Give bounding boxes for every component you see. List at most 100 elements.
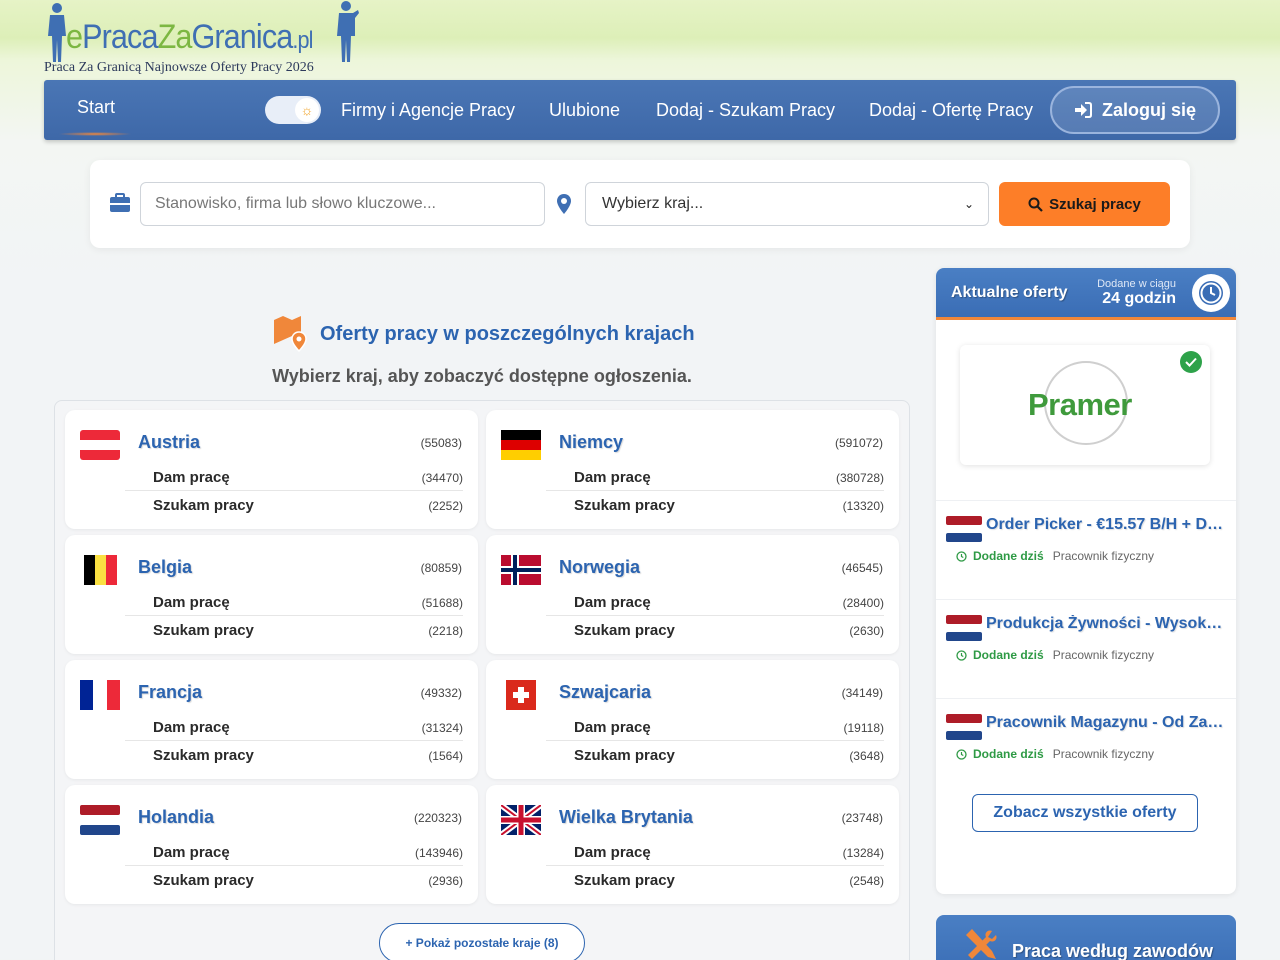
sidebar-header: Aktualne oferty Dodane w ciągu 24 godzin [936,268,1236,320]
country-card-niemcy[interactable]: Niemcy (591072) Dam pracę (380728) Szukam… [486,410,899,529]
country-total: (23748) [841,811,883,825]
location-pin-icon [557,194,571,214]
flag-netherlands-icon [946,714,982,740]
dam-prace-link[interactable]: Dam pracę (19118) [546,713,884,741]
szukam-pracy-link[interactable]: Szukam pracy (13320) [546,491,884,519]
flag-netherlands-icon [80,805,120,835]
dam-prace-link[interactable]: Dam pracę (143946) [125,838,463,866]
nav-active-indicator [58,132,132,136]
country-name[interactable]: Wielka Brytania [559,807,693,828]
offer-meta: Dodane dziś Pracownik fizyczny [956,648,1154,662]
jobs-by-profession-title: Praca według zawodów [1012,941,1214,960]
nav-dodaj-oferte[interactable]: Dodaj - Ofertę Pracy [869,80,1033,140]
dam-prace-link[interactable]: Dam pracę (380728) [546,463,884,491]
country-total: (80859) [420,561,462,575]
offer-item[interactable]: Order Picker - €15.57 B/H + Dodatki Doda… [936,500,1236,582]
nav-start[interactable]: Start [77,77,115,137]
dam-prace-link[interactable]: Dam pracę (31324) [125,713,463,741]
show-more-countries-button[interactable]: + Pokaż pozostałe kraje (8) [379,923,585,960]
szukam-pracy-link[interactable]: Szukam pracy (2630) [546,616,884,644]
country-name[interactable]: Austria [138,432,200,453]
theme-toggle[interactable]: ☼ [265,96,321,124]
search-button[interactable]: Szukaj pracy [999,182,1170,226]
flag-france-icon [80,680,120,710]
company-logo-card[interactable]: Pramer [960,345,1210,465]
jobs-by-profession-header[interactable]: Praca według zawodów [936,915,1236,960]
offer-item[interactable]: Pracownik Magazynu - Od Zaraz Dodane dzi… [936,698,1236,780]
flag-norway-icon [501,555,541,585]
login-button[interactable]: Zaloguj się [1050,86,1220,134]
person-right-icon [337,1,359,62]
country-total: (591072) [834,436,883,450]
country-total: (46545) [841,561,883,575]
countries-panel: Austria (55083) Dam pracę (34470) Szukam … [54,400,910,960]
sun-icon: ☼ [295,98,319,122]
dam-prace-link[interactable]: Dam pracę (34470) [125,463,463,491]
login-label: Zaloguj się [1101,99,1197,120]
dam-prace-link[interactable]: Dam pracę (51688) [125,588,463,616]
nav-dodaj-szukam[interactable]: Dodaj - Szukam Pracy [656,80,835,140]
recent-offers-sidebar: Aktualne oferty Dodane w ciągu 24 godzin… [936,268,1236,894]
flag-belgium-icon [84,555,117,585]
flag-netherlands-icon [946,615,982,641]
szukam-pracy-link[interactable]: Szukam pracy (2548) [546,866,884,894]
person-left-icon [48,3,66,62]
logo-text: ePracaZaGranica.pl [66,18,313,56]
country-total: (34149) [841,686,883,700]
country-select-value: Wybierz kraj... [602,195,704,212]
briefcase-icon [110,193,130,212]
country-card-holandia[interactable]: Holandia (220323) Dam pracę (143946) Szuk… [65,785,478,904]
country-name[interactable]: Szwajcaria [559,682,651,703]
country-total: (55083) [420,436,462,450]
added-timeframe: Dodane w ciągu 24 godzin [1097,278,1176,307]
site-tagline: Praca Za Granicą Najnowsze Oferty Pracy … [44,60,314,75]
section-subtitle: Wybierz kraj, aby zobaczyć dostępne ogło… [272,366,692,386]
offer-title[interactable]: Order Picker - €15.57 B/H + Dodatki [986,516,1226,534]
country-name[interactable]: Belgia [138,557,192,578]
clock-small-icon [956,748,967,760]
country-name[interactable]: Norwegia [559,557,640,578]
search-bar: Wybierz kraj... ⌄ Szukaj pracy [90,160,1190,248]
offer-meta: Dodane dziś Pracownik fizyczny [956,549,1154,563]
country-card-szwajcaria[interactable]: Szwajcaria (34149) Dam pracę (19118) Szuk… [486,660,899,779]
country-total: (49332) [420,686,462,700]
country-select[interactable]: Wybierz kraj... ⌄ [585,182,989,226]
country-card-francja[interactable]: Francja (49332) Dam pracę (31324) Szukam … [65,660,478,779]
clock-small-icon [956,649,967,661]
dam-prace-link[interactable]: Dam pracę (28400) [546,588,884,616]
country-card-austria[interactable]: Austria (55083) Dam pracę (34470) Szukam … [65,410,478,529]
country-name[interactable]: Niemcy [559,432,623,453]
country-card-wielka-brytania[interactable]: Wielka Brytania (23748) Dam pracę (13284)… [486,785,899,904]
szukam-pracy-link[interactable]: Szukam pracy (2252) [125,491,463,519]
nav-ulubione[interactable]: Ulubione [549,80,620,140]
country-card-belgia[interactable]: Belgia (80859) Dam pracę (51688) Szukam p… [65,535,478,654]
country-name[interactable]: Holandia [138,807,214,828]
szukam-pracy-link[interactable]: Szukam pracy (2936) [125,866,463,894]
flag-uk-icon [501,805,541,835]
section-title: Oferty pracy w poszczególnych krajach [320,322,695,345]
nav-firmy[interactable]: Firmy i Agencje Pracy [341,80,515,140]
keyword-input[interactable] [140,182,545,226]
country-name[interactable]: Francja [138,682,202,703]
dam-prace-link[interactable]: Dam pracę (13284) [546,838,884,866]
tools-icon [966,929,997,959]
flag-germany-icon [501,430,541,460]
clock-icon [1192,274,1230,312]
szukam-pracy-link[interactable]: Szukam pracy (2218) [125,616,463,644]
search-button-label: Szukaj pracy [1049,195,1141,213]
offer-item[interactable]: Produkcja Żywności - Wysokie Zarobki Dod… [936,599,1236,681]
flag-switzerland-icon [506,680,536,710]
sidebar-title: Aktualne oferty [951,284,1068,301]
offer-title[interactable]: Produkcja Żywności - Wysokie Zarobki [986,615,1226,633]
country-card-norwegia[interactable]: Norwegia (46545) Dam pracę (28400) Szukam… [486,535,899,654]
verified-check-icon [1180,351,1202,373]
company-logo-text: Pramer [1028,387,1132,422]
flag-austria-icon [80,430,120,460]
szukam-pracy-link[interactable]: Szukam pracy (3648) [546,741,884,769]
map-marker-icon [274,316,307,352]
see-all-offers-button[interactable]: Zobacz wszystkie oferty [972,794,1198,832]
offer-title[interactable]: Pracownik Magazynu - Od Zaraz [986,714,1226,732]
site-logo[interactable]: ePracaZaGranica.pl Praca Za Granicą Najn… [44,0,374,80]
search-icon [1028,197,1043,212]
szukam-pracy-link[interactable]: Szukam pracy (1564) [125,741,463,769]
